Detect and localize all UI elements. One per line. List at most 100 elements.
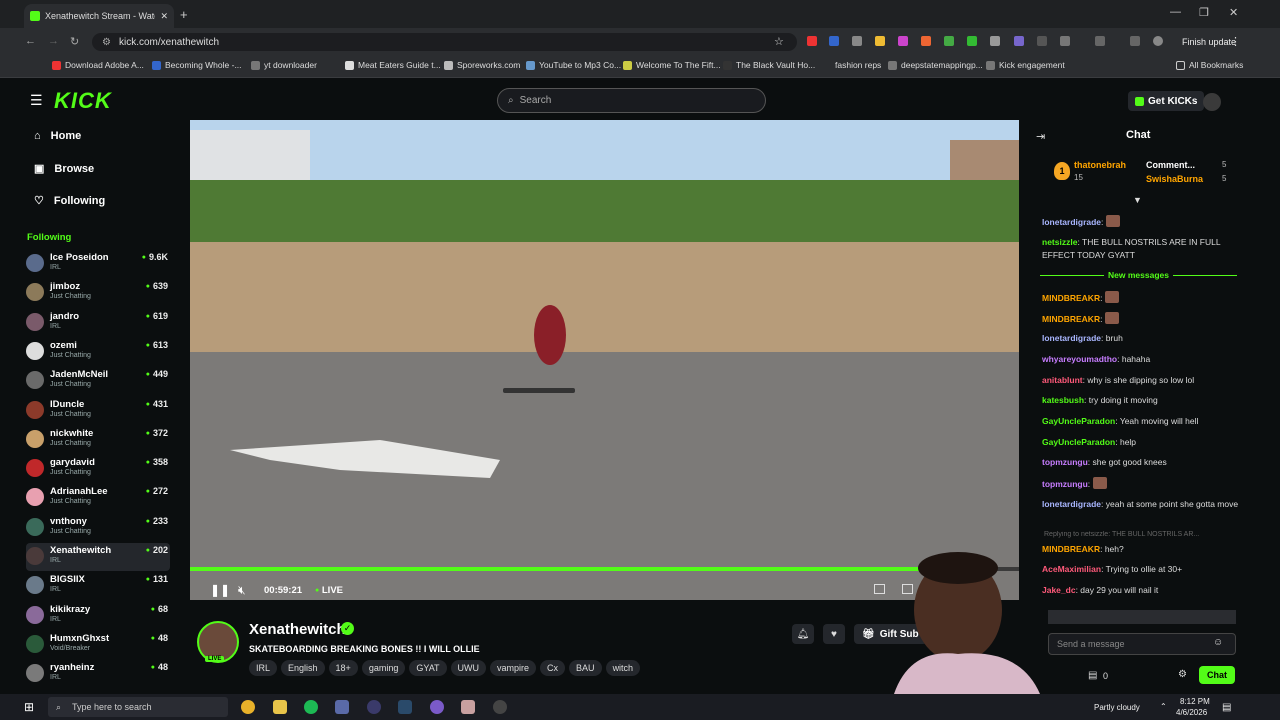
bookmark-star-icon[interactable]: ☆: [774, 35, 784, 48]
bookmark-item[interactable]: The Black Vault Ho...: [723, 60, 815, 70]
search-input[interactable]: ⌕ Search: [497, 88, 766, 113]
spotify-icon[interactable]: [304, 700, 318, 714]
mute-icon[interactable]: 🔇︎: [238, 583, 246, 598]
clock-date[interactable]: 4/6/2026: [1176, 708, 1207, 717]
following-channel[interactable]: HumxnGhxstVoid/Breaker 48: [26, 631, 170, 659]
gifter-name[interactable]: Comment...: [1146, 160, 1195, 170]
stream-tag[interactable]: IRL: [249, 660, 278, 676]
bookmark-item[interactable]: Sporeworks.com: [444, 60, 520, 70]
following-channel[interactable]: garydavidJust Chatting 358: [26, 455, 170, 483]
extension-icon[interactable]: [1037, 36, 1047, 46]
app-icon[interactable]: [367, 700, 381, 714]
send-chat-button[interactable]: Chat: [1199, 666, 1235, 684]
gifter-name[interactable]: SwishaBurna: [1146, 174, 1203, 184]
stream-tag[interactable]: witch: [605, 660, 641, 676]
chrome-menu-icon[interactable]: ⋮: [1230, 35, 1241, 48]
back-icon[interactable]: ←: [25, 35, 36, 47]
bookmark-item[interactable]: YouTube to Mp3 Co...: [526, 60, 621, 70]
extension-icon[interactable]: [829, 36, 839, 46]
chat-username[interactable]: MINDBREAKR: [1042, 314, 1100, 324]
notification-icon[interactable]: ▤: [1222, 702, 1231, 713]
extension-icon[interactable]: [875, 36, 885, 46]
obs-icon[interactable]: [493, 700, 507, 714]
bookmark-item[interactable]: Meat Eaters Guide t...: [345, 60, 441, 70]
collapse-chat-icon[interactable]: ⇥: [1036, 130, 1045, 143]
minimize-icon[interactable]: —: [1170, 6, 1181, 18]
nav-following[interactable]: ♡ Following: [34, 194, 105, 208]
app-icon[interactable]: [430, 700, 444, 714]
stream-tag[interactable]: GYAT: [409, 660, 447, 676]
stream-tag[interactable]: UWU: [450, 660, 487, 676]
chat-settings-icon[interactable]: ⚙: [1178, 669, 1187, 680]
stream-tag[interactable]: Cx: [540, 660, 566, 676]
following-channel[interactable]: vnthonyJust Chatting 233: [26, 514, 170, 542]
bookmark-item[interactable]: Becoming Whole -...: [152, 60, 242, 70]
chat-username[interactable]: GayUncleParadon: [1042, 416, 1115, 426]
bookmark-item[interactable]: yt downloader: [251, 60, 317, 70]
puzzle-icon[interactable]: [1060, 36, 1070, 46]
site-info-icon[interactable]: ⚙: [102, 37, 111, 48]
video-player[interactable]: [190, 120, 1019, 600]
nav-browse[interactable]: ▣ Browse: [34, 162, 94, 176]
follow-heart-button[interactable]: ♥: [823, 624, 845, 644]
chat-username[interactable]: MINDBREAKR: [1042, 293, 1100, 303]
user-avatar[interactable]: [1203, 93, 1221, 111]
expand-pinned-icon[interactable]: ▼: [1133, 195, 1142, 205]
chat-username[interactable]: lonetardigrade: [1042, 499, 1101, 509]
following-channel[interactable]: ozemiJust Chatting 613: [26, 338, 170, 366]
file-explorer-icon[interactable]: [273, 700, 287, 714]
address-bar[interactable]: ⚙ kick.com/xenathewitch: [92, 33, 797, 51]
stream-tag[interactable]: English: [281, 660, 325, 676]
emoji-picker-icon[interactable]: ☺: [1213, 637, 1223, 648]
windows-start-icon[interactable]: ⊞: [24, 700, 34, 714]
bookmark-item[interactable]: Kick engagement: [986, 60, 1065, 70]
stream-tag[interactable]: 18+: [328, 660, 358, 676]
streamer-name[interactable]: Xenathewitch: [249, 621, 346, 638]
clock-time[interactable]: 8:12 PM: [1180, 697, 1210, 706]
following-channel[interactable]: IDuncleJust Chatting 431: [26, 397, 170, 425]
sidepanel-icon[interactable]: [1095, 36, 1105, 46]
close-tab-icon[interactable]: ✕: [160, 11, 168, 22]
chat-username[interactable]: AceMaximilian: [1042, 564, 1101, 574]
extension-icon[interactable]: [944, 36, 954, 46]
chat-username[interactable]: netsizzle: [1042, 237, 1077, 247]
new-tab-icon[interactable]: +: [180, 7, 188, 22]
chat-username[interactable]: lonetardigrade: [1042, 217, 1101, 227]
miniplayer-icon[interactable]: [874, 584, 885, 594]
profile-icon[interactable]: [1153, 36, 1163, 46]
extension-icon[interactable]: [898, 36, 908, 46]
bookmark-item[interactable]: deepstatemappingp...: [888, 60, 983, 70]
reload-icon[interactable]: ↻: [70, 35, 79, 48]
weather-text[interactable]: Partly cloudy: [1094, 703, 1140, 712]
maximize-icon[interactable]: ❐: [1199, 6, 1209, 19]
following-channel[interactable]: BIGSIIXIRL 131: [26, 572, 170, 600]
chat-username[interactable]: GayUncleParadon: [1042, 437, 1115, 447]
bookmark-item[interactable]: Download Adobe A...: [52, 60, 144, 70]
chat-message-input[interactable]: Send a message: [1048, 633, 1236, 655]
chat-username[interactable]: MINDBREAKR: [1042, 544, 1100, 554]
menu-list-icon[interactable]: [1130, 36, 1140, 46]
bookmark-item[interactable]: fashion reps: [835, 60, 881, 70]
stream-tag[interactable]: BAU: [569, 660, 602, 676]
following-channel[interactable]: jimbozJust Chatting 639: [26, 279, 170, 307]
extension-icon[interactable]: [807, 36, 817, 46]
chat-username[interactable]: anitablunt: [1042, 375, 1083, 385]
close-window-icon[interactable]: ✕: [1229, 6, 1238, 19]
bookmark-item[interactable]: Welcome To The Fift...: [623, 60, 721, 70]
following-channel[interactable]: nickwhiteJust Chatting 372: [26, 426, 170, 454]
get-kicks-button[interactable]: Get KICKs: [1128, 91, 1205, 111]
taskbar-search[interactable]: ⌕ Type here to search: [48, 697, 228, 717]
pause-icon[interactable]: ❚❚: [210, 583, 230, 597]
stream-tag[interactable]: vampire: [490, 660, 537, 676]
following-channel[interactable]: JadenMcNeilJust Chatting 449: [26, 367, 170, 395]
stream-tag[interactable]: gaming: [361, 660, 406, 676]
following-channel[interactable]: Ice PoseidonIRL 9.6K: [26, 250, 170, 278]
following-channel[interactable]: kikikrazyIRL 68: [26, 602, 170, 630]
extension-icon[interactable]: [990, 36, 1000, 46]
chrome-icon[interactable]: [241, 700, 255, 714]
chat-username[interactable]: Jake_dc: [1042, 585, 1076, 595]
following-channel[interactable]: jandroIRL 619: [26, 309, 170, 337]
browser-tab[interactable]: Xenathewitch Stream - Watch l ✕: [24, 4, 174, 28]
tray-chevron-icon[interactable]: ⌃: [1160, 702, 1167, 711]
forward-icon[interactable]: →: [48, 35, 59, 47]
